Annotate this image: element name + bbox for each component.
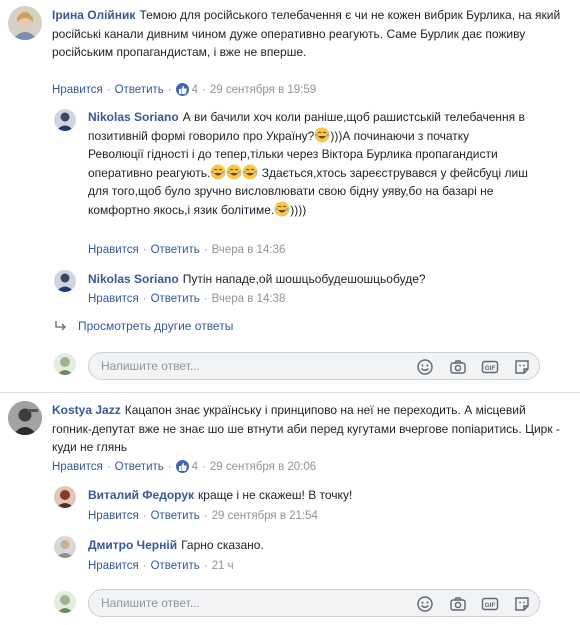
gif-icon[interactable]: GIF bbox=[481, 595, 499, 613]
reply-input[interactable]: Напишите ответ... GIF bbox=[88, 589, 540, 617]
like-button[interactable]: Нравится bbox=[88, 244, 139, 256]
reply-input-placeholder: Напишите ответ... bbox=[101, 596, 200, 610]
view-more-replies[interactable]: Просмотреть другие ответы bbox=[54, 319, 233, 333]
reply-actions: Нравится · Ответить · 21 ч bbox=[88, 560, 234, 572]
avatar[interactable] bbox=[54, 109, 76, 131]
svg-text:GIF: GIF bbox=[485, 365, 496, 372]
comment-actions: Нравится · Ответить · 4 · 29 сентября в … bbox=[52, 460, 317, 473]
camera-icon[interactable] bbox=[449, 595, 467, 613]
reply-author[interactable]: Nikolas Soriano bbox=[88, 272, 179, 286]
avatar bbox=[54, 353, 76, 375]
reply-button[interactable]: Ответить bbox=[151, 510, 200, 522]
reply-button[interactable]: Ответить bbox=[151, 560, 200, 572]
reply-body: Виталий Федорук краще і не скажеш! В точк… bbox=[88, 486, 528, 505]
like-button[interactable]: Нравится bbox=[88, 510, 139, 522]
timestamp[interactable]: Вчера в 14:38 bbox=[212, 293, 286, 305]
avatar bbox=[54, 591, 76, 613]
avatar[interactable] bbox=[8, 401, 42, 435]
laugh-emoji-icon bbox=[210, 164, 226, 180]
reply-text-part: )))) bbox=[290, 202, 307, 217]
reply-body: Nikolas Soriano Путін нападе,ой шошцьобуд… bbox=[88, 270, 528, 289]
avatar[interactable] bbox=[54, 486, 76, 508]
smiley-icon[interactable] bbox=[416, 358, 434, 376]
svg-text:GIF: GIF bbox=[485, 602, 496, 609]
avatar[interactable] bbox=[54, 536, 76, 558]
reply-button[interactable]: Ответить bbox=[115, 84, 164, 96]
laugh-emoji-icon bbox=[242, 164, 258, 180]
avatar[interactable] bbox=[8, 6, 42, 40]
reply-button[interactable]: Ответить bbox=[115, 461, 164, 473]
reply-body: Nikolas Soriano А ви бачили хоч коли рані… bbox=[88, 108, 528, 219]
avatar[interactable] bbox=[54, 270, 76, 292]
reply-author[interactable]: Дмитро Черній bbox=[88, 538, 177, 552]
timestamp[interactable]: 29 сентября в 20:06 bbox=[210, 461, 316, 473]
timestamp[interactable]: Вчера в 14:36 bbox=[212, 244, 286, 256]
smiley-icon[interactable] bbox=[416, 595, 434, 613]
laugh-emoji-icon bbox=[314, 127, 330, 143]
reply-text: краще і не скажеш! В точку! bbox=[198, 488, 353, 502]
reply-author[interactable]: Nikolas Soriano bbox=[88, 110, 179, 124]
view-more-replies-label[interactable]: Просмотреть другие ответы bbox=[78, 319, 233, 333]
comment-body: Ірина Олійник Темою для російського телеб… bbox=[52, 6, 567, 62]
reply-text: Гарно сказано. bbox=[181, 538, 264, 552]
like-button[interactable]: Нравится bbox=[88, 560, 139, 572]
reply-text: Путін нападе,ой шошцьобудешошцьобуде? bbox=[182, 272, 426, 286]
reply-author[interactable]: Виталий Федорук bbox=[88, 488, 194, 502]
laugh-emoji-icon bbox=[274, 201, 290, 217]
gif-icon[interactable]: GIF bbox=[481, 358, 499, 376]
reply-input-placeholder: Напишите ответ... bbox=[101, 359, 200, 373]
sticker-icon[interactable] bbox=[513, 595, 531, 613]
like-icon[interactable] bbox=[175, 460, 189, 473]
camera-icon[interactable] bbox=[449, 358, 467, 376]
timestamp[interactable]: 29 сентября в 21:54 bbox=[212, 510, 318, 522]
timestamp[interactable]: 21 ч bbox=[212, 560, 234, 572]
like-count[interactable]: 4 bbox=[192, 84, 198, 96]
like-button[interactable]: Нравится bbox=[52, 84, 103, 96]
like-icon[interactable] bbox=[175, 83, 189, 96]
reply-actions: Нравится · Ответить · Вчера в 14:38 bbox=[88, 293, 286, 305]
reply-body: Дмитро Черній Гарно сказано. bbox=[88, 536, 528, 555]
like-button[interactable]: Нравится bbox=[88, 293, 139, 305]
like-count[interactable]: 4 bbox=[192, 461, 198, 473]
comment-author[interactable]: Kostya Jazz bbox=[52, 403, 121, 417]
sticker-icon[interactable] bbox=[513, 358, 531, 376]
reply-actions: Нравится · Ответить · 29 сентября в 21:5… bbox=[88, 510, 318, 522]
comment-text: Кацапон знає українську і принципово на … bbox=[52, 403, 560, 454]
timestamp[interactable]: 29 сентября в 19:59 bbox=[210, 84, 316, 96]
reply-arrow-icon bbox=[54, 320, 68, 332]
laugh-emoji-icon bbox=[226, 164, 242, 180]
reply-input[interactable]: Напишите ответ... GIF bbox=[88, 352, 540, 380]
reply-button[interactable]: Ответить bbox=[151, 244, 200, 256]
reply-actions: Нравится · Ответить · Вчера в 14:36 bbox=[88, 244, 286, 256]
divider bbox=[0, 392, 580, 393]
comment-body: Kostya Jazz Кацапон знає українську і при… bbox=[52, 401, 567, 457]
reply-button[interactable]: Ответить bbox=[151, 293, 200, 305]
comment-actions: Нравится · Ответить · 4 · 29 сентября в … bbox=[52, 83, 317, 96]
comment-author[interactable]: Ірина Олійник bbox=[52, 8, 135, 22]
like-button[interactable]: Нравится bbox=[52, 461, 103, 473]
